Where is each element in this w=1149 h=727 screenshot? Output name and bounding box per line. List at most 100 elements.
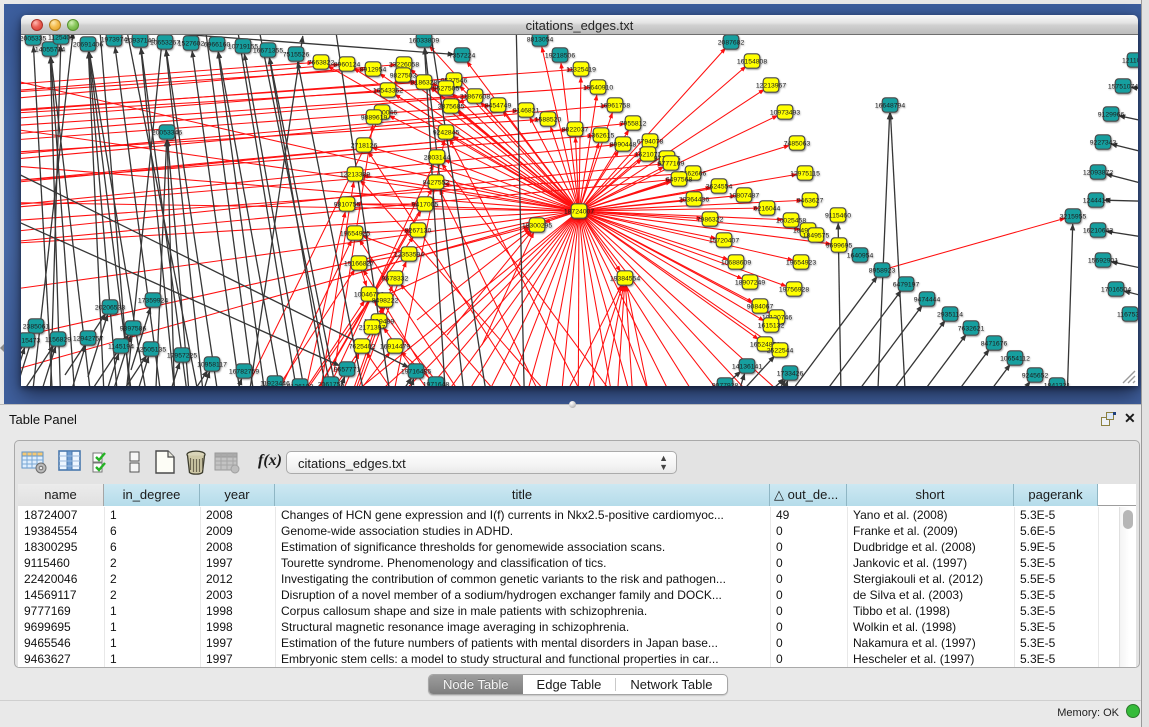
- graph-node[interactable]: 16033809: [409, 35, 439, 47]
- resize-grip-icon[interactable]: [1119, 367, 1137, 385]
- graph-node[interactable]: 19756928: [779, 282, 809, 296]
- graph-node[interactable]: 6794078: [637, 134, 664, 148]
- graph-node[interactable]: 1733426: [777, 366, 804, 380]
- graph-node[interactable]: 16961758: [600, 98, 630, 112]
- table-row[interactable]: 969969511998Structural magnetic resonanc…: [18, 619, 1136, 635]
- memory-status-icon[interactable]: [1126, 704, 1140, 718]
- graph-node[interactable]: 10958117: [197, 357, 227, 371]
- table-vertical-scrollbar[interactable]: [1119, 507, 1136, 667]
- table-row[interactable]: 1938455462009Genome-wide association stu…: [18, 523, 1136, 539]
- graph-node[interactable]: 10654112: [1000, 351, 1030, 365]
- graph-edge[interactable]: [66, 346, 86, 386]
- graph-node[interactable]: 12213967: [756, 78, 786, 92]
- graph-node[interactable]: 14136141: [732, 359, 762, 373]
- graph-node[interactable]: 8471676: [981, 336, 1008, 350]
- window-titlebar[interactable]: citations_edges.txt: [21, 15, 1138, 35]
- graph-node[interactable]: 9245652: [1022, 368, 1049, 382]
- graph-node[interactable]: 9129966: [1098, 107, 1125, 121]
- graph-node[interactable]: 9115460: [825, 208, 851, 222]
- graph-node[interactable]: 15720407: [709, 233, 739, 247]
- row-height-icon[interactable]: [128, 450, 142, 475]
- graph-edge[interactable]: [1119, 116, 1138, 146]
- tab-node-table[interactable]: Node Table: [429, 675, 523, 694]
- graph-node[interactable]: 7632621: [958, 321, 985, 335]
- column-header[interactable]: short: [847, 484, 1014, 506]
- float-window-icon[interactable]: [1101, 412, 1116, 426]
- graph-node[interactable]: 1971648: [423, 377, 450, 386]
- graph-edge[interactable]: [129, 357, 149, 386]
- graph-edge[interactable]: [587, 286, 622, 386]
- graph-edge[interactable]: [578, 211, 579, 386]
- graph-node[interactable]: 8822037: [562, 122, 589, 136]
- graph-edge[interactable]: [555, 211, 579, 386]
- graph-node[interactable]: 12505135: [136, 342, 166, 356]
- graph-node[interactable]: 19218506: [545, 48, 575, 62]
- tab-network-table[interactable]: Network Table: [616, 675, 726, 694]
- graph-edge[interactable]: [947, 382, 1030, 386]
- table-row[interactable]: 946362711997Embryonic stem cells: a mode…: [18, 651, 1136, 667]
- graph-edge[interactable]: [190, 372, 210, 386]
- graph-edge[interactable]: [372, 147, 579, 211]
- table-row[interactable]: 1456911722003Disruption of a novel membe…: [18, 587, 1136, 603]
- graph-node[interactable]: 9077928: [712, 378, 739, 386]
- graph-node[interactable]: 16154808: [737, 54, 767, 68]
- graph-node[interactable]: 2087682: [718, 35, 745, 49]
- graph-edge[interactable]: [36, 347, 56, 386]
- graph-node[interactable]: 9657771: [334, 362, 361, 376]
- graph-node[interactable]: 9474444: [914, 292, 941, 306]
- graph-node[interactable]: 11325419: [566, 62, 596, 76]
- graph-edge[interactable]: [927, 365, 1010, 386]
- column-header[interactable]: in_degree: [104, 484, 200, 506]
- table-row[interactable]: 1872400712008Changes of HCN gene express…: [18, 507, 1136, 523]
- table-row[interactable]: 946554611997Estimation of the future num…: [18, 635, 1136, 651]
- graph-node[interactable]: 15692901: [1088, 253, 1118, 267]
- table-row[interactable]: 977716911998Corpus callosum shape and si…: [18, 603, 1136, 619]
- graph-node[interactable]: 9699695: [826, 238, 853, 252]
- graph-edge[interactable]: [389, 116, 579, 211]
- graph-node[interactable]: 1527602: [178, 36, 205, 50]
- graph-edge[interactable]: [21, 211, 579, 295]
- graph-edge[interactable]: [579, 77, 581, 211]
- graph-node[interactable]: 15640910: [583, 80, 613, 94]
- graph-node[interactable]: 7515526: [283, 47, 310, 61]
- close-icon[interactable]: ✕: [1124, 410, 1136, 427]
- import-table-icon[interactable]: [214, 450, 241, 475]
- graph-edge[interactable]: [1104, 200, 1138, 204]
- new-document-icon[interactable]: [153, 450, 178, 475]
- graph-edge[interactable]: [876, 113, 890, 386]
- graph-node[interactable]: 9227343: [1090, 135, 1117, 149]
- graph-edge[interactable]: [882, 218, 1065, 270]
- select-columns-icon[interactable]: [58, 450, 83, 475]
- graph-node[interactable]: 1973974: [101, 35, 128, 46]
- table-row[interactable]: 911546021997Tourette syndrome. Phenomeno…: [18, 555, 1136, 571]
- graph-node[interactable]: 1211097: [1122, 53, 1138, 67]
- graph-edge[interactable]: [453, 136, 579, 211]
- graph-edge[interactable]: [21, 91, 380, 140]
- graph-node[interactable]: 20691406: [73, 37, 103, 51]
- graph-node[interactable]: 16210643: [1083, 223, 1113, 237]
- graph-node[interactable]: 7955812: [620, 116, 647, 130]
- graph-edge[interactable]: [160, 363, 180, 386]
- column-header[interactable]: name: [18, 484, 104, 506]
- column-header[interactable]: △ out_de...: [770, 484, 847, 506]
- graph-node[interactable]: 10807487: [729, 188, 759, 202]
- graph-node[interactable]: 12093872: [1083, 165, 1113, 179]
- network-table-selector[interactable]: citations_edges.txt ▲▼: [286, 451, 677, 474]
- graph-node[interactable]: 19654923: [786, 255, 816, 269]
- select-rows-icon[interactable]: [91, 450, 116, 475]
- graph-node[interactable]: 10688609: [721, 255, 751, 269]
- table-row[interactable]: 2242004622012Investigating the contribut…: [18, 571, 1136, 587]
- column-header[interactable]: year: [200, 484, 275, 506]
- network-canvas[interactable]: 2005335140557141125408206914061973974209…: [21, 35, 1138, 386]
- graph-node[interactable]: 1244415: [1083, 193, 1110, 207]
- graph-edge[interactable]: [627, 286, 649, 386]
- graph-node[interactable]: 1640954: [847, 248, 874, 262]
- graph-node[interactable]: 12975115: [790, 166, 820, 180]
- graph-node[interactable]: 9463627: [797, 193, 824, 207]
- graph-node[interactable]: 15751074: [1108, 79, 1138, 93]
- graph-node[interactable]: 8958923: [869, 263, 896, 277]
- graph-edge[interactable]: [88, 315, 108, 377]
- tab-edge-table[interactable]: Edge Table: [523, 675, 616, 694]
- graph-edge[interactable]: [1066, 224, 1073, 386]
- graph-node[interactable]: 7986322: [697, 212, 724, 226]
